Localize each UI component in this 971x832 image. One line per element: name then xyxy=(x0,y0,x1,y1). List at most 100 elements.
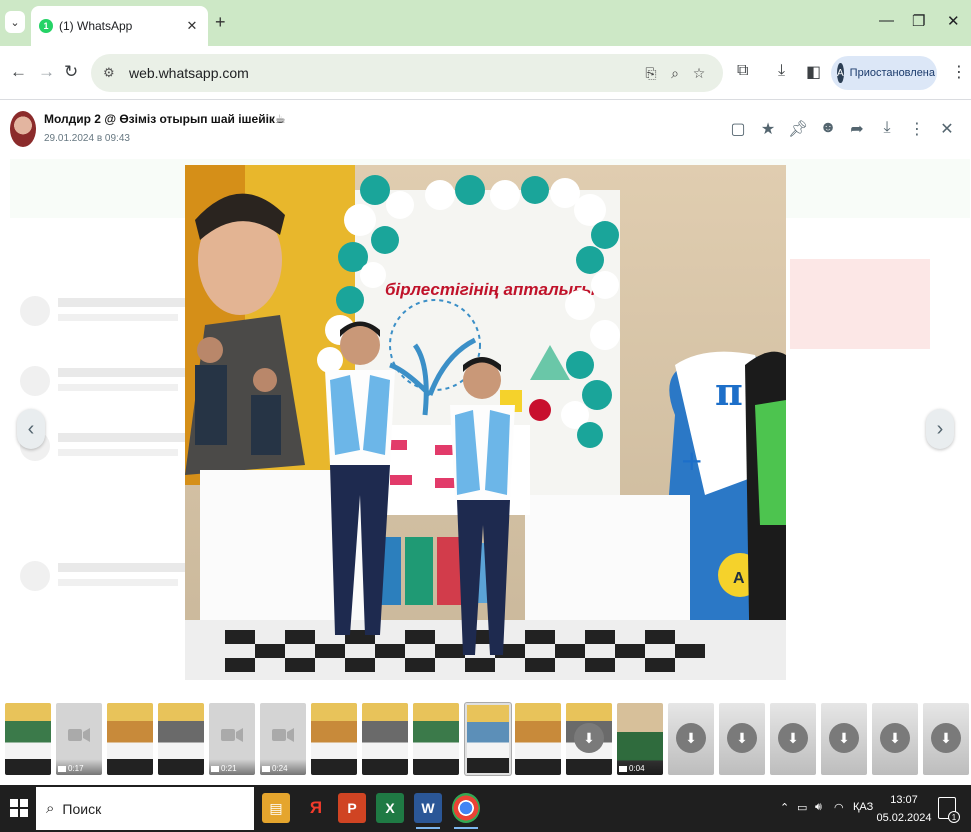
windows-taskbar: ⌕ Поиск ▤ Я P X W ⌃ ▭ 🔊︎ ◠ ҚАЗ 13:07 05.… xyxy=(0,785,971,832)
input-language[interactable]: ҚАЗ xyxy=(853,801,873,813)
restore-icon[interactable]: ❐ xyxy=(912,12,925,30)
tab-search-button[interactable]: ⌄ xyxy=(5,11,25,33)
thumbnail-image xyxy=(311,703,357,775)
taskbar-search[interactable]: ⌕ Поиск xyxy=(36,787,254,830)
zoom-icon[interactable]: ⌕ xyxy=(663,65,687,82)
video-camera-icon xyxy=(68,727,90,743)
media-thumbnail[interactable]: ⬇ xyxy=(923,703,969,775)
forward-icon[interactable]: ➦ xyxy=(847,119,867,139)
site-info-icon[interactable]: ⚙ xyxy=(103,65,121,81)
media-thumbnail[interactable]: ⬇ xyxy=(668,703,714,775)
media-thumbnail[interactable] xyxy=(413,703,459,775)
video-small-icon xyxy=(619,765,627,772)
media-thumbnail[interactable]: 0:17 xyxy=(56,703,102,775)
video-duration: 0:17 xyxy=(58,764,84,773)
svg-text:+: + xyxy=(680,444,703,477)
school-event-photo: бірлестігінің апталығы π + A xyxy=(185,165,786,680)
forward-icon[interactable]: → xyxy=(38,62,55,82)
next-media-button[interactable]: › xyxy=(926,409,954,449)
whatsapp-favicon-icon: 1 xyxy=(39,19,53,33)
avatar[interactable] xyxy=(10,111,36,147)
media-thumbnail[interactable]: ⬇ xyxy=(719,703,765,775)
close-viewer-icon[interactable]: ✕ xyxy=(937,119,957,139)
media-thumbnail[interactable]: 0:21 xyxy=(209,703,255,775)
profile-button[interactable]: A Приостановлена xyxy=(831,56,937,90)
new-tab-icon[interactable]: + xyxy=(215,12,226,33)
volume-icon[interactable]: 🔊︎ xyxy=(815,801,822,814)
thumbnail-image xyxy=(515,703,561,775)
battery-icon[interactable]: ▭ xyxy=(797,801,807,814)
download-icon[interactable]: ⤓ xyxy=(877,119,897,137)
taskbar-clock[interactable]: 13:07 05.02.2024 xyxy=(876,791,932,827)
search-icon: ⌕ xyxy=(46,800,55,817)
yandex-browser-icon[interactable]: Я xyxy=(302,793,330,823)
chrome-icon[interactable] xyxy=(452,793,480,829)
file-explorer-icon[interactable]: ▤ xyxy=(262,793,290,823)
media-thumbnail[interactable] xyxy=(515,703,561,775)
previous-media-button[interactable]: ‹ xyxy=(17,409,45,449)
media-photo[interactable]: бірлестігінің апталығы π + A xyxy=(185,165,786,680)
notification-center-icon[interactable]: 1 xyxy=(938,797,960,823)
reload-icon[interactable]: ↻ xyxy=(64,62,78,82)
extensions-icon[interactable]: ⧉ xyxy=(737,62,748,80)
download-icon: ⬇ xyxy=(727,723,757,753)
media-thumbnail[interactable]: 0:04 xyxy=(617,703,663,775)
menu-icon[interactable]: ⋮ xyxy=(951,62,967,82)
react-emoji-icon[interactable]: ☻ xyxy=(818,119,838,137)
window-close-icon[interactable]: ✕ xyxy=(947,12,960,30)
minimize-icon[interactable]: — xyxy=(879,12,894,29)
video-duration: 0:21 xyxy=(211,764,237,773)
chevron-right-icon: › xyxy=(936,417,944,440)
tab-close-icon[interactable]: ✕ xyxy=(184,18,200,34)
media-thumbnail[interactable]: ⬇ xyxy=(872,703,918,775)
media-thumbnail[interactable] xyxy=(158,703,204,775)
url-text: web.whatsapp.com xyxy=(129,65,249,81)
media-thumbnail[interactable]: ⬇ xyxy=(770,703,816,775)
media-thumbnail-selected[interactable] xyxy=(465,703,511,775)
address-bar[interactable]: ⚙ web.whatsapp.com ⎘ ⌕ ☆ xyxy=(91,54,723,92)
go-to-message-icon[interactable]: ▢ xyxy=(728,119,748,139)
media-thumbnail[interactable]: ⬇ xyxy=(566,703,612,775)
media-thumbnail[interactable] xyxy=(311,703,357,775)
media-thumbnail[interactable]: 0:24 xyxy=(260,703,306,775)
wifi-icon[interactable]: ◠ xyxy=(834,801,844,814)
side-panel-icon[interactable]: ◧ xyxy=(806,62,821,82)
downloads-icon[interactable]: ⤓ xyxy=(778,62,785,80)
notification-count: 1 xyxy=(948,811,960,823)
back-icon[interactable]: ← xyxy=(10,62,27,82)
show-hidden-icons-icon[interactable]: ⌃ xyxy=(780,801,789,814)
media-viewer: Молдир 2 @ Өзіміз отырып шай ішейік☕ 29.… xyxy=(0,101,971,785)
excel-icon[interactable]: X xyxy=(376,793,404,823)
star-icon[interactable]: ★ xyxy=(758,119,778,139)
clock-date: 05.02.2024 xyxy=(876,812,932,824)
video-duration-text: 0:24 xyxy=(272,764,288,773)
powerpoint-icon[interactable]: P xyxy=(338,793,366,823)
download-icon: ⬇ xyxy=(829,723,859,753)
banner-text: бірлестігінің апталығы xyxy=(385,280,596,299)
tab-whatsapp[interactable]: 1 (1) WhatsApp ✕ xyxy=(31,6,208,46)
media-thumbnail[interactable] xyxy=(362,703,408,775)
pin-icon[interactable]: 📌︎ xyxy=(788,119,808,139)
media-thumbnail-strip: 0:17 0:21 0:24 ⬇ 0:04 ⬇ ⬇ ⬇ ⬇ ⬇ ⬇ xyxy=(0,702,971,780)
taskbar-search-placeholder: Поиск xyxy=(62,800,102,817)
thumbnail-image xyxy=(467,705,509,773)
video-camera-icon xyxy=(272,727,294,743)
media-thumbnail[interactable] xyxy=(107,703,153,775)
chevron-left-icon: ‹ xyxy=(27,417,35,440)
media-thumbnail[interactable] xyxy=(5,703,51,775)
sender-name: Молдир 2 @ Өзіміз отырып шай ішейік☕ xyxy=(44,112,286,126)
svg-text:π: π xyxy=(715,369,743,414)
tab-title: (1) WhatsApp xyxy=(59,19,133,33)
bookmark-star-icon[interactable]: ☆ xyxy=(687,65,711,82)
video-camera-icon xyxy=(221,727,243,743)
windows-start-icon[interactable] xyxy=(10,799,28,817)
download-icon: ⬇ xyxy=(676,723,706,753)
install-app-icon[interactable]: ⎘ xyxy=(639,65,663,82)
download-icon: ⬇ xyxy=(931,723,961,753)
thumbnail-image xyxy=(158,703,204,775)
word-icon[interactable]: W xyxy=(414,793,442,829)
profile-status: Приостановлена xyxy=(849,67,936,79)
video-small-icon xyxy=(58,765,66,772)
more-options-icon[interactable]: ⋮ xyxy=(907,119,927,139)
media-thumbnail[interactable]: ⬇ xyxy=(821,703,867,775)
